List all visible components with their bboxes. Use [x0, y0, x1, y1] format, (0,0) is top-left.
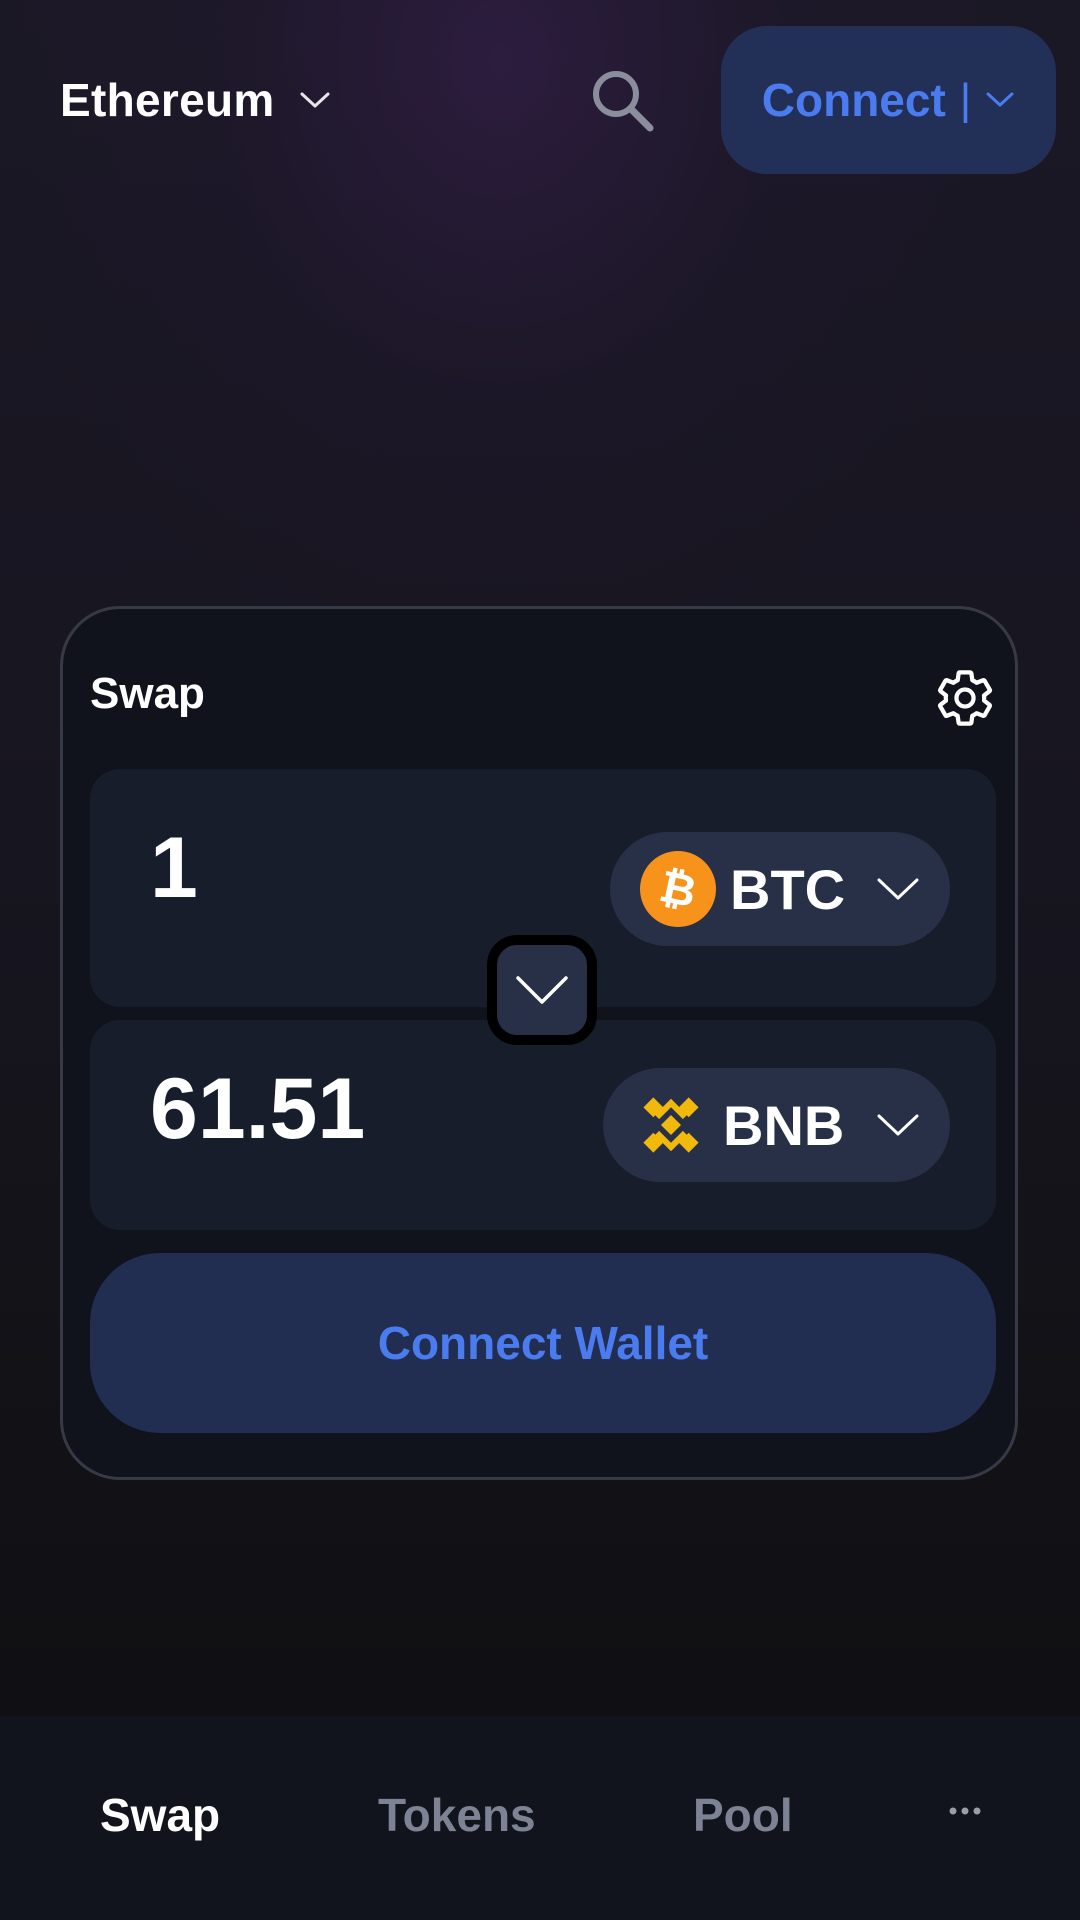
from-token-selector[interactable]: ₿ BTC	[610, 832, 950, 946]
flip-direction-button[interactable]	[487, 935, 597, 1045]
swap-title: Swap	[90, 669, 205, 718]
to-panel: BNB	[90, 1020, 996, 1230]
swap-card: Swap ₿ BTC	[60, 606, 1018, 1480]
connect-divider: |	[959, 75, 972, 124]
nav-item-pool[interactable]: Pool	[693, 1788, 793, 1842]
chevron-down-icon	[986, 92, 1014, 107]
gear-icon	[937, 670, 993, 726]
network-selector[interactable]: Ethereum	[60, 70, 331, 130]
to-token-selector[interactable]: BNB	[603, 1068, 950, 1182]
bottom-nav: Swap Tokens Pool	[0, 1716, 1080, 1920]
bnb-icon	[643, 1097, 699, 1153]
connect-label: Connect	[761, 74, 946, 126]
connect-wallet-label: Connect Wallet	[377, 1317, 709, 1369]
search-icon	[593, 71, 654, 132]
chevron-down-icon	[300, 92, 330, 108]
chevron-down-icon	[877, 1114, 919, 1136]
to-amount-input[interactable]	[150, 1060, 570, 1159]
chevron-down-icon	[516, 976, 568, 1004]
settings-button[interactable]	[933, 666, 997, 730]
from-amount-input[interactable]	[150, 819, 570, 918]
chevron-down-icon	[877, 878, 919, 900]
to-token-symbol: BNB	[723, 1093, 845, 1157]
network-label: Ethereum	[60, 74, 275, 126]
from-token-symbol: BTC	[730, 857, 846, 921]
nav-item-tokens[interactable]: Tokens	[378, 1788, 536, 1842]
nav-item-swap[interactable]: Swap	[100, 1788, 220, 1842]
connect-button[interactable]: Connect |	[721, 26, 1056, 174]
bitcoin-icon: ₿	[640, 851, 716, 927]
more-dots-icon[interactable]	[945, 1796, 985, 1826]
connect-wallet-button[interactable]: Connect Wallet	[90, 1253, 996, 1433]
search-button[interactable]	[590, 68, 656, 134]
